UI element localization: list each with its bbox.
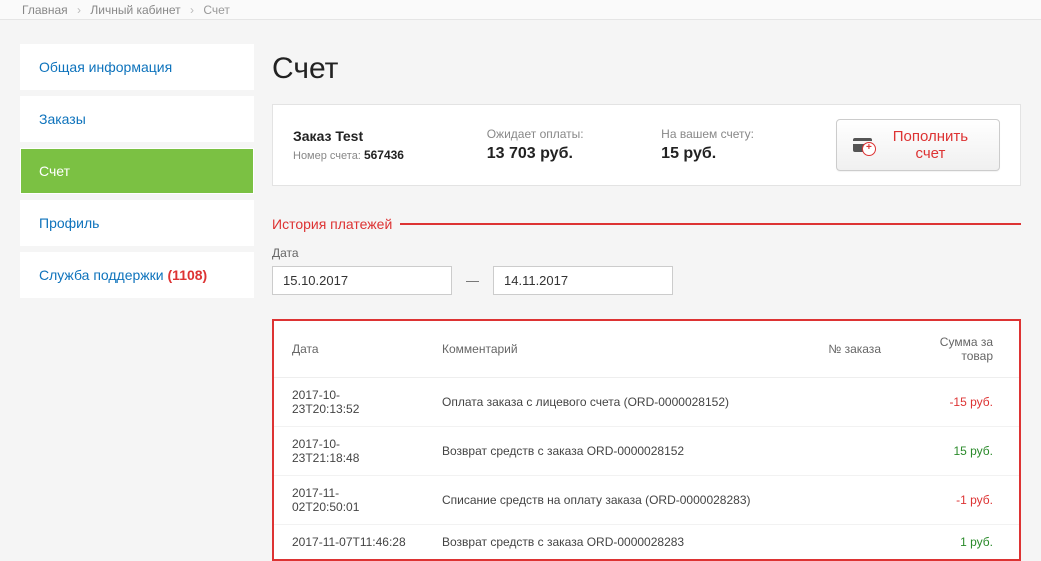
history-table: Дата Комментарий № заказа Сумма за товар… — [274, 321, 1019, 559]
cell-date: 2017-10-23T21:18:48 — [274, 427, 424, 476]
summary-balance: На вашем счету: 15 руб. — [661, 127, 805, 163]
date-filter-row: — — [272, 266, 1021, 295]
cell-date: 2017-11-02T20:50:01 — [274, 476, 424, 525]
cell-sum: -15 руб. — [899, 378, 1019, 427]
page-title: Счет — [272, 52, 1021, 86]
pending-label: Ожидает оплаты: — [487, 127, 631, 141]
cell-date: 2017-10-23T20:13:52 — [274, 378, 424, 427]
balance-value: 15 руб. — [661, 145, 805, 163]
table-row: 2017-10-23T20:13:52Оплата заказа с лицев… — [274, 378, 1019, 427]
summary-box: Заказ Test Номер счета: 567436 Ожидает о… — [272, 104, 1021, 186]
sidebar-item-account[interactable]: Счет — [20, 148, 254, 194]
cell-sum: 1 руб. — [899, 525, 1019, 560]
date-filter-label: Дата — [272, 246, 1021, 260]
topup-label: Пополнить счет — [878, 128, 983, 162]
sidebar-item-overview[interactable]: Общая информация — [20, 44, 254, 90]
col-sum-header: Сумма за товар — [899, 321, 1019, 378]
cell-order — [799, 525, 899, 560]
support-count: (1108) — [168, 267, 208, 283]
col-comment-header: Комментарий — [424, 321, 799, 378]
sidebar-item-support[interactable]: Служба поддержки (1108) — [20, 252, 254, 298]
table-header-row: Дата Комментарий № заказа Сумма за товар — [274, 321, 1019, 378]
cell-comment: Возврат средств с заказа ORD-0000028152 — [424, 427, 799, 476]
date-to-input[interactable] — [493, 266, 673, 295]
account-number-row: Номер счета: 567436 — [293, 148, 457, 162]
sidebar-item-orders[interactable]: Заказы — [20, 96, 254, 142]
breadcrumb: Главная › Личный кабинет › Счет — [0, 0, 1041, 20]
pending-value: 13 703 руб. — [487, 145, 631, 163]
history-box: Дата Комментарий № заказа Сумма за товар… — [272, 319, 1021, 561]
credit-card-plus-icon — [853, 138, 872, 152]
summary-order: Заказ Test Номер счета: 567436 — [293, 128, 457, 162]
sidebar-item-profile[interactable]: Профиль — [20, 200, 254, 246]
cell-order — [799, 476, 899, 525]
table-row: 2017-11-07T11:46:28Возврат средств с зак… — [274, 525, 1019, 560]
history-section-header: История платежей — [272, 216, 1021, 232]
table-row: 2017-10-23T21:18:48Возврат средств с зак… — [274, 427, 1019, 476]
col-order-header: № заказа — [799, 321, 899, 378]
history-title: История платежей — [272, 216, 392, 232]
cell-order — [799, 427, 899, 476]
order-name: Заказ Test — [293, 128, 457, 144]
cell-sum: -1 руб. — [899, 476, 1019, 525]
account-number: 567436 — [364, 148, 404, 162]
account-label: Номер счета: — [293, 150, 361, 162]
date-dash: — — [462, 273, 483, 288]
cell-comment: Возврат средств с заказа ORD-0000028283 — [424, 525, 799, 560]
balance-label: На вашем счету: — [661, 127, 805, 141]
col-date-header: Дата — [274, 321, 424, 378]
breadcrumb-sep: › — [77, 3, 81, 17]
cell-date: 2017-11-07T11:46:28 — [274, 525, 424, 560]
breadcrumb-link-home[interactable]: Главная — [22, 3, 68, 17]
table-row: 2017-11-02T20:50:01Списание средств на о… — [274, 476, 1019, 525]
sidebar: Общая информация Заказы Счет Профиль Слу… — [20, 44, 254, 561]
cell-sum: 15 руб. — [899, 427, 1019, 476]
topup-button[interactable]: Пополнить счет — [836, 119, 1000, 171]
date-from-input[interactable] — [272, 266, 452, 295]
divider-line — [400, 223, 1021, 225]
breadcrumb-link-cabinet[interactable]: Личный кабинет — [90, 3, 180, 17]
sidebar-item-label: Служба поддержки — [39, 267, 164, 283]
main-content: Счет Заказ Test Номер счета: 567436 Ожид… — [272, 44, 1021, 561]
cell-order — [799, 378, 899, 427]
cell-comment: Оплата заказа с лицевого счета (ORD-0000… — [424, 378, 799, 427]
breadcrumb-current: Счет — [203, 3, 230, 17]
cell-comment: Списание средств на оплату заказа (ORD-0… — [424, 476, 799, 525]
breadcrumb-sep: › — [190, 3, 194, 17]
summary-pending: Ожидает оплаты: 13 703 руб. — [487, 127, 631, 163]
